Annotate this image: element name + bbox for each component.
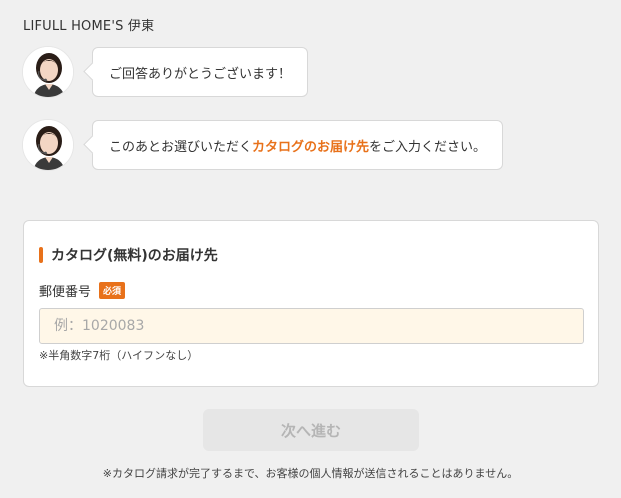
postal-code-hint: ※半角数字7桁（ハイフンなし） bbox=[39, 349, 199, 362]
chat-message-prefix: このあとお選びいただく bbox=[109, 139, 253, 155]
operator-avatar-icon bbox=[22, 46, 74, 98]
card-title-text: カタログ(無料)のお届け先 bbox=[51, 248, 218, 264]
chat-message-row: ご回答ありがとうございます！ bbox=[22, 46, 309, 98]
required-badge: 必須 bbox=[99, 282, 126, 299]
brand-title: LIFULL HOME'S 伊東 bbox=[23, 19, 155, 34]
delivery-address-card: カタログ(無料)のお届け先 郵便番号 必須 ※半角数字7桁（ハイフンなし） bbox=[23, 220, 599, 387]
chat-message-text: ご回答ありがとうございます！ bbox=[109, 66, 292, 82]
chat-bubble: ご回答ありがとうございます！ bbox=[92, 47, 309, 97]
postal-code-label-text: 郵便番号 bbox=[39, 285, 92, 300]
title-accent-bar bbox=[39, 247, 43, 263]
operator-avatar-icon bbox=[22, 119, 74, 171]
page: LIFULL HOME'S 伊東 ご回答ありがとうございます！ このあとお選びい… bbox=[0, 0, 621, 498]
card-title: カタログ(無料)のお届け先 bbox=[39, 245, 218, 265]
chat-bubble: このあとお選びいただく カタログのお届け先 をご入力ください。 bbox=[92, 120, 504, 170]
chat-message-row: このあとお選びいただく カタログのお届け先 をご入力ください。 bbox=[22, 119, 504, 171]
privacy-note: ※カタログ請求が完了するまで、お客様の個人情報が送信されることはありません。 bbox=[102, 467, 519, 480]
postal-code-label: 郵便番号 必須 bbox=[39, 281, 126, 300]
chat-message-suffix: をご入力ください。 bbox=[369, 139, 487, 155]
chat-message-highlight: カタログのお届け先 bbox=[252, 139, 370, 155]
postal-code-input[interactable] bbox=[39, 308, 584, 344]
next-button[interactable]: 次へ進む bbox=[203, 409, 419, 451]
